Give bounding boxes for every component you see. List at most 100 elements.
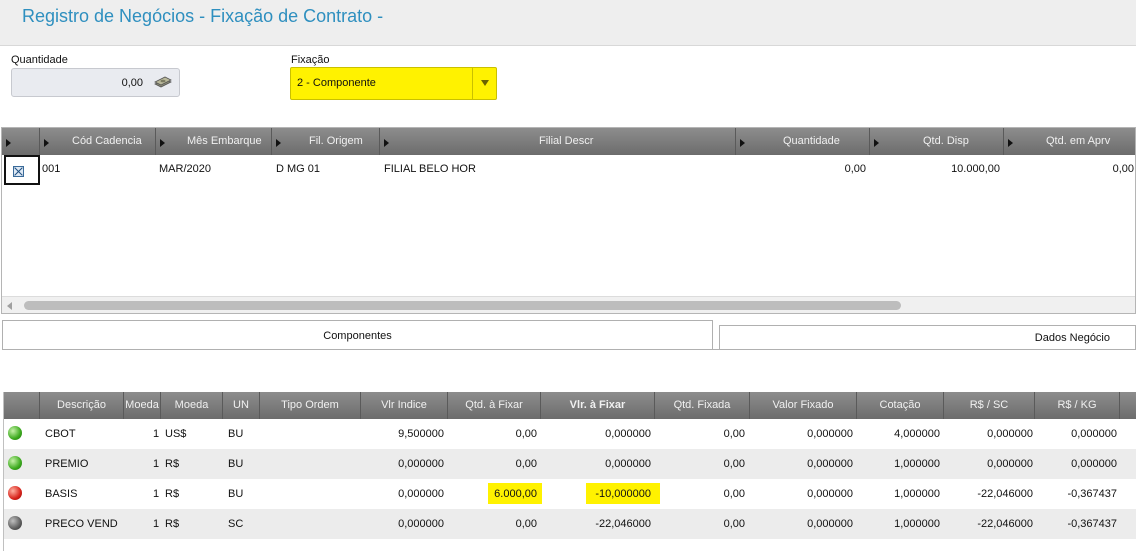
cell-vlr-indice: 0,000000 <box>398 518 444 530</box>
fixacao-value: 2 - Componente <box>297 77 376 89</box>
column-header-vlr-indice[interactable]: Vlr Indice <box>361 392 448 419</box>
column-header-qtd-fixada[interactable]: Qtd. Fixada <box>655 392 750 419</box>
dropdown-arrow-icon[interactable] <box>472 68 496 99</box>
horizontal-scrollbar[interactable] <box>2 296 1135 313</box>
column-header-status[interactable] <box>4 392 40 419</box>
column-header-mes-embarque[interactable]: Mês Embarque <box>156 128 272 155</box>
cell-cotacao: 4,000000 <box>894 428 940 440</box>
cell-rs-sc: -22,046000 <box>977 488 1033 500</box>
cell-moeda: R$ <box>165 458 180 470</box>
column-header-tipo-ordem[interactable]: Tipo Ordem <box>260 392 361 419</box>
cell-moeda-num: 1 <box>153 428 160 440</box>
cell-valor-fixado: 0,000000 <box>807 488 853 500</box>
cell-rs-kg: -0,367437 <box>1067 488 1117 500</box>
quantidade-value: 0,00 <box>121 77 143 89</box>
cell-qtd-fixada: 0,00 <box>723 518 745 530</box>
column-header-cotacao[interactable]: Cotação <box>857 392 944 419</box>
row-checkbox[interactable] <box>4 155 40 185</box>
cell-rs-kg: 0,000000 <box>1071 428 1117 440</box>
cell-cotacao: 1,000000 <box>894 488 940 500</box>
fixacao-select[interactable]: 2 - Componente <box>290 67 497 100</box>
money-icon[interactable] <box>153 76 173 90</box>
cell-moeda-num: 1 <box>153 458 160 470</box>
column-header-vlr-fixar[interactable]: Vlr. à Fixar <box>541 392 655 419</box>
column-header-moeda-num[interactable]: Moeda <box>124 392 161 419</box>
cell-qtd-fixar: 0,00 <box>515 518 537 530</box>
sort-arrow-icon <box>44 139 49 147</box>
cell-qtd-fixada: 0,00 <box>723 428 745 440</box>
table-row[interactable]: PREMIO 1 R$ BU 0,000000 0,00 0,000000 0,… <box>4 449 1136 479</box>
cell-quantidade: 0,00 <box>844 163 866 175</box>
cell-vlr-indice: 0,000000 <box>398 488 444 500</box>
column-header-rs-kg[interactable]: R$ / KG <box>1035 392 1120 419</box>
scrollbar-thumb[interactable] <box>24 301 901 310</box>
cell-un: SC <box>228 518 244 530</box>
table-row[interactable]: CBOT 1 US$ BU 9,500000 0,00 0,000000 0,0… <box>4 419 1136 449</box>
cell-vlr-indice: 0,000000 <box>398 458 444 470</box>
column-header-valor-fixado[interactable]: Valor Fixado <box>750 392 857 419</box>
cell-descricao: BASIS <box>45 488 78 500</box>
column-header-filial-descr[interactable]: Filial Descr <box>380 128 736 155</box>
status-green-icon <box>8 426 22 440</box>
componentes-grid: Descrição Moeda Moeda UN Tipo Ordem Vlr … <box>3 392 1136 551</box>
cell-un: BU <box>228 488 244 500</box>
column-header-descricao[interactable]: Descrição <box>40 392 124 419</box>
cell-un: BU <box>228 458 244 470</box>
scroll-left-icon[interactable] <box>7 302 12 310</box>
cell-qtd-fixada: 0,00 <box>723 458 745 470</box>
cell-moeda-num: 1 <box>153 518 160 530</box>
sort-arrow-icon <box>160 139 165 147</box>
cell-moeda: R$ <box>165 518 180 530</box>
column-header-fil-origem[interactable]: Fil. Origem <box>272 128 380 155</box>
cell-vlr-fixar: -10,000000 <box>595 488 651 500</box>
column-header-cod-cadencia[interactable]: Cód Cadencia <box>40 128 156 155</box>
quantidade-field[interactable]: 0,00 <box>11 68 180 97</box>
title-bar: Registro de Negócios - Fixação de Contra… <box>0 0 1136 46</box>
column-header-qtd-em-aprv[interactable]: Qtd. em Aprv <box>1004 128 1136 155</box>
column-header-moeda[interactable]: Moeda <box>161 392 223 419</box>
page-title: Registro de Negócios - Fixação de Contra… <box>22 6 384 26</box>
tab-componentes[interactable]: Componentes <box>2 320 713 350</box>
cell-moeda: US$ <box>165 428 187 440</box>
sort-arrow-icon <box>276 139 281 147</box>
tab-dados-negocio[interactable]: Dados Negócio <box>719 325 1136 350</box>
cell-descricao: CBOT <box>45 428 76 440</box>
cell-qtd-em-aprv: 0,00 <box>1112 163 1134 175</box>
column-header-qtd-fixar[interactable]: Qtd. à Fixar <box>448 392 541 419</box>
column-header-quantidade[interactable]: Quantidade <box>736 128 870 155</box>
status-grey-icon <box>8 516 22 530</box>
cell-qtd-disp: 10.000,00 <box>951 163 1000 175</box>
select-column-header[interactable] <box>2 128 40 155</box>
fixacao-label: Fixação <box>291 54 330 66</box>
componentes-grid-header: Descrição Moeda Moeda UN Tipo Ordem Vlr … <box>4 392 1136 419</box>
status-red-icon <box>8 486 22 500</box>
cell-qtd-fixar: 0,00 <box>515 458 537 470</box>
table-row[interactable]: 001 MAR/2020 D MG 01 FILIAL BELO HOR 0,0… <box>2 155 1135 185</box>
cell-rs-sc: 0,000000 <box>987 428 1033 440</box>
cell-vlr-indice: 9,500000 <box>398 428 444 440</box>
sort-arrow-icon <box>384 139 389 147</box>
sort-arrow-icon <box>874 139 879 147</box>
column-header-qtd-disp[interactable]: Qtd. Disp <box>870 128 1004 155</box>
cell-valor-fixado: 0,000000 <box>807 518 853 530</box>
cell-rs-kg: 0,000000 <box>1071 458 1117 470</box>
cell-qtd-fixada: 0,00 <box>723 488 745 500</box>
cell-fil-origem: D MG 01 <box>276 163 321 175</box>
table-row[interactable]: PRECO VEND 1 R$ SC 0,000000 0,00 -22,046… <box>4 509 1136 539</box>
cell-rs-kg: -0,367437 <box>1067 518 1117 530</box>
cell-valor-fixado: 0,000000 <box>807 428 853 440</box>
column-header-rs-sc[interactable]: R$ / SC <box>944 392 1035 419</box>
sort-arrow-icon <box>740 139 745 147</box>
cell-moeda: R$ <box>165 488 180 500</box>
cell-valor-fixado: 0,000000 <box>807 458 853 470</box>
status-green-icon <box>8 456 22 470</box>
cell-descricao: PRECO VEND <box>45 518 118 530</box>
cell-rs-sc: 0,000000 <box>987 458 1033 470</box>
sort-arrow-icon <box>1008 139 1013 147</box>
cell-vlr-fixar: 0,000000 <box>605 428 651 440</box>
table-row[interactable]: BASIS 1 R$ BU 0,000000 6.000,00 -10,0000… <box>4 479 1136 509</box>
cell-vlr-fixar: -22,046000 <box>595 518 651 530</box>
column-header-un[interactable]: UN <box>223 392 260 419</box>
tab-divider <box>2 349 1136 350</box>
cell-un: BU <box>228 428 244 440</box>
